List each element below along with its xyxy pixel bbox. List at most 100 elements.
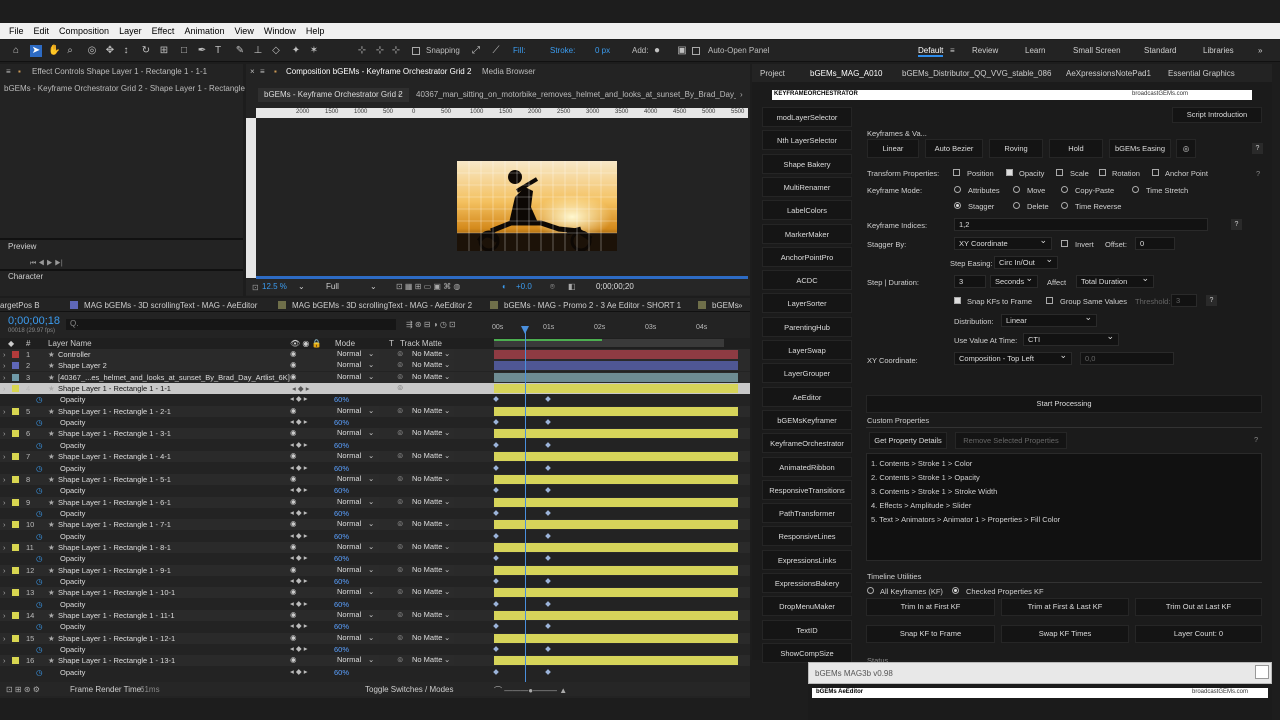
layer-row[interactable]: › 3 ★ [40367_...es_helmet_and_looks_at_suns… <box>0 371 750 383</box>
layer-name[interactable]: Shape Layer 2 <box>58 361 107 370</box>
property-row[interactable]: ◷ Opacity ◂ ◆ ▸ 60% <box>0 507 750 519</box>
property-row[interactable]: ◷ Opacity ◂ ◆ ▸ 60% <box>0 621 750 633</box>
mode-delete-radio[interactable] <box>1013 202 1020 209</box>
keyframe-icon[interactable] <box>493 510 499 516</box>
keyframe-icon[interactable] <box>545 623 551 630</box>
stopwatch-icon[interactable]: ◷ <box>36 600 43 609</box>
layer-duration-bar[interactable] <box>494 656 738 666</box>
chevron-down-icon[interactable]: ⌄ <box>368 349 374 358</box>
stroke-width[interactable]: 0 px <box>595 46 610 55</box>
eye-icon[interactable]: ◉ <box>290 360 297 369</box>
chevron-down-icon[interactable]: ⌄ <box>368 372 374 381</box>
swap-kf-times-button[interactable]: Swap KF Times <box>1001 625 1129 643</box>
opacity-value[interactable]: 60% <box>334 554 349 563</box>
easing-roving-button[interactable]: Roving <box>989 139 1043 158</box>
opacity-value[interactable]: 60% <box>334 441 349 450</box>
menu-item-view[interactable]: View <box>229 26 258 36</box>
stopwatch-icon[interactable]: ◷ <box>36 554 43 563</box>
tool-button-animatedribbon[interactable]: AnimatedRibbon <box>762 456 852 477</box>
auto-open-checkbox[interactable] <box>692 47 700 55</box>
chevron-down-icon[interactable]: ⌄ <box>368 542 374 551</box>
chevron-left-icon[interactable]: ‹ <box>398 90 401 99</box>
chevron-down-icon[interactable]: ⌄ <box>444 349 450 358</box>
panel-menu-icon[interactable]: ≡ <box>6 67 11 76</box>
keyframe-icon[interactable] <box>545 396 551 403</box>
xy-select[interactable]: Composition - Top Left <box>954 350 1072 365</box>
keyframe-icon[interactable] <box>545 441 551 448</box>
brand-link[interactable]: broadcastGEMs.com <box>1192 689 1248 695</box>
roto-brush-tool-icon[interactable]: ✦ <box>290 45 302 57</box>
timeline-tab[interactable]: bGEMs <box>712 301 739 310</box>
layer-row[interactable]: › 4 ★ Shape Layer 1 - Rectangle 1 - 1-1 ◉ ◂ ◆… <box>0 383 750 395</box>
pan-behind-tool-icon[interactable]: ⊞ <box>158 45 170 57</box>
property-row[interactable]: ◷ Opacity ◂ ◆ ▸ 60% <box>0 666 750 678</box>
track-matte-header[interactable]: Track Matte <box>400 339 442 348</box>
label-color-swatch[interactable] <box>12 589 19 597</box>
matte-icon[interactable]: ⊚ <box>397 349 403 358</box>
opacity-checkbox[interactable] <box>1006 169 1013 176</box>
property-list[interactable]: 1. Contents > Stroke 1 > Color 2. Conten… <box>866 453 1262 561</box>
property-row[interactable]: ◷ Opacity ◂ ◆ ▸ 60% <box>0 598 750 610</box>
timeline-tab[interactable]: bGEMs - MAG - Promo 2 - 3 Ae Editor - SH… <box>504 301 681 310</box>
kf-indices-input[interactable]: 1,2 <box>954 218 1208 231</box>
label-color-swatch[interactable] <box>12 543 19 551</box>
expand-arrow-icon[interactable]: › <box>3 350 6 359</box>
comp-subtab-footage[interactable]: 40367_man_sitting_on_motorbike_removes_h… <box>416 90 736 99</box>
layer-name[interactable]: Shape Layer 1 - Rectangle 1 - 5-1 <box>58 475 171 484</box>
composition-tab[interactable]: Composition bGEMs - Keyframe Orchestrato… <box>286 67 471 76</box>
layer-duration-bar[interactable] <box>494 406 738 416</box>
layer-name[interactable]: Shape Layer 1 - Rectangle 1 - 7-1 <box>58 520 171 529</box>
layer-duration-bar[interactable] <box>494 542 738 552</box>
keyframe-icon[interactable] <box>545 532 551 539</box>
time-ruler[interactable]: 00s 01s 02s 03s 04s <box>492 316 738 334</box>
chevron-down-icon[interactable]: ⌄ <box>298 282 305 291</box>
matte-icon[interactable]: ⊚ <box>397 383 403 392</box>
tool-button-dropmenumaker[interactable]: DropMenuMaker <box>762 596 852 617</box>
layer-row[interactable]: › 16 ★ Shape Layer 1 - Rectangle 1 - 13-1 ◉ N… <box>0 655 750 667</box>
property-list-item[interactable]: 1. Contents > Stroke 1 > Color <box>871 459 972 468</box>
workspace-default[interactable]: Default <box>918 46 944 57</box>
exposure-value[interactable]: +0.0 <box>516 282 532 291</box>
offset-input[interactable]: 0 <box>1135 237 1175 250</box>
puppet-tool-icon[interactable]: ✶ <box>308 45 320 57</box>
all-kf-radio[interactable] <box>867 587 874 594</box>
eraser-tool-icon[interactable]: ◇ <box>270 45 282 57</box>
kf-nav-icons[interactable]: ◂ ◆ ▸ <box>290 417 307 426</box>
playhead[interactable] <box>525 328 526 682</box>
expand-arrow-icon[interactable]: › <box>3 384 6 393</box>
layer-duration-bar[interactable] <box>494 350 738 359</box>
chevron-down-icon[interactable]: ⌄ <box>444 655 450 664</box>
notepad-tab[interactable]: AeXpressionsNotePad1 <box>1066 69 1151 78</box>
matte-icon[interactable]: ⊚ <box>397 633 403 642</box>
expand-arrow-icon[interactable]: › <box>3 475 6 484</box>
tool-button-layersorter[interactable]: LayerSorter <box>762 293 852 314</box>
tool-button-modlayerselector[interactable]: modLayerSelector <box>762 107 852 127</box>
menu-item-help[interactable]: Help <box>301 26 330 36</box>
menu-item-file[interactable]: File <box>4 26 29 36</box>
expand-arrow-icon[interactable]: › <box>3 588 6 597</box>
expand-arrow-icon[interactable]: › <box>3 407 6 416</box>
reset-exposure-icon[interactable]: ◐ <box>502 282 507 291</box>
media-browser-tab[interactable]: Media Browser <box>482 67 535 76</box>
keyframe-icon[interactable] <box>545 578 551 584</box>
label-color-swatch[interactable] <box>12 634 19 642</box>
axis-world-icon[interactable]: ⊹ <box>374 45 386 57</box>
tool-button-multirenamer[interactable]: MultiRenamer <box>762 176 852 197</box>
layer-row[interactable]: › 12 ★ Shape Layer 1 - Rectangle 1 - 9-1 ◉ No… <box>0 564 750 576</box>
axis-local-icon[interactable]: ⊹ <box>356 45 368 57</box>
mode-time-reverse-radio[interactable] <box>1061 202 1068 209</box>
rotation-checkbox[interactable] <box>1099 169 1106 176</box>
layer-name[interactable]: Shape Layer 1 - Rectangle 1 - 4-1 <box>58 452 171 461</box>
effect-controls-tab[interactable]: Effect Controls Shape Layer 1 - Rectangl… <box>32 67 207 76</box>
tool-button-parentinghub[interactable]: ParentingHub <box>762 316 852 337</box>
kf-nav-icons[interactable]: ◂ ◆ ▸ <box>290 644 307 653</box>
tool-button-acdc[interactable]: ACDC <box>762 270 852 291</box>
matte-icon[interactable]: ⊚ <box>397 587 403 596</box>
layer-search-input[interactable]: Q. <box>66 319 396 330</box>
easing-hold-button[interactable]: Hold <box>1049 139 1103 158</box>
keyframe-icon[interactable] <box>493 396 499 403</box>
preview-controls[interactable]: ⏮ ◀ ▶ ▶| <box>30 260 63 268</box>
opacity-value[interactable]: 60% <box>334 577 349 586</box>
workspace-overflow-icon[interactable]: » <box>1258 46 1262 55</box>
expand-arrow-icon[interactable]: › <box>3 429 6 438</box>
